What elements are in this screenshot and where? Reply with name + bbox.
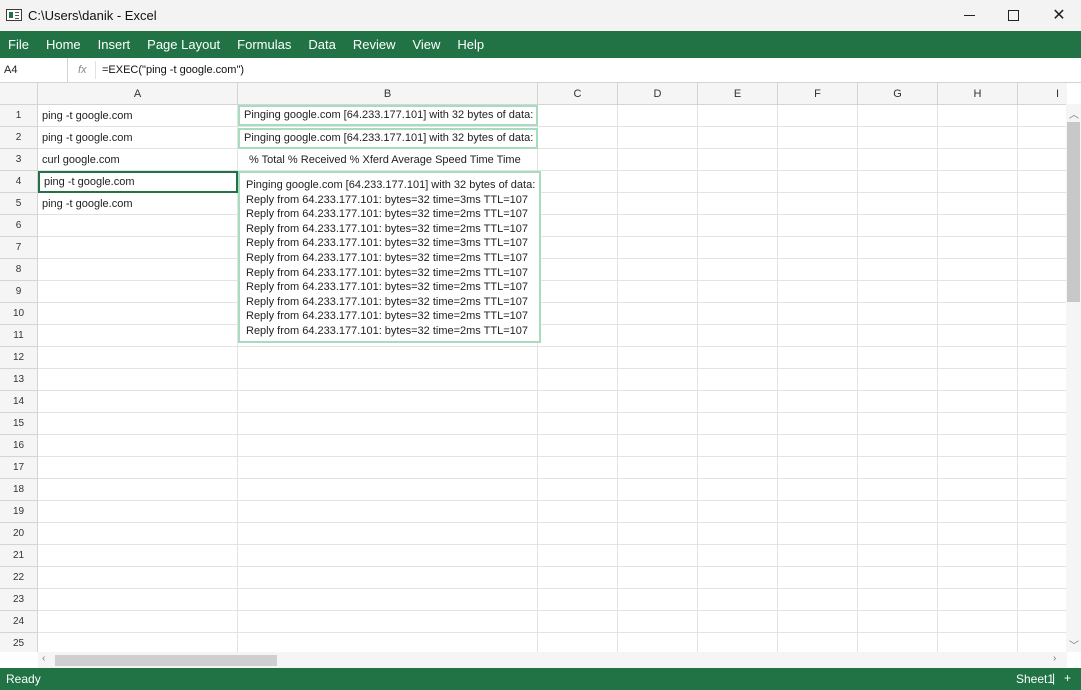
row-header-9[interactable]: 9 (0, 281, 38, 303)
output-line: Reply from 64.233.177.101: bytes=32 time… (246, 310, 528, 323)
window-title: C:\Users\danik - Excel (28, 8, 157, 23)
horizontal-scroll-thumb[interactable] (55, 655, 277, 666)
output-line: Reply from 64.233.177.101: bytes=32 time… (246, 222, 528, 235)
formula-bar: A4 fx =EXEC("ping -t google.com") (0, 58, 1081, 83)
cell-a4[interactable]: ping -t google.com (44, 171, 234, 193)
maximize-button[interactable] (990, 0, 1036, 31)
row-header-24[interactable]: 24 (0, 611, 38, 633)
row-header-10[interactable]: 10 (0, 303, 38, 325)
formula-divider (95, 61, 96, 79)
cell-a3[interactable]: curl google.com (42, 149, 236, 171)
row-header-11[interactable]: 11 (0, 325, 38, 347)
spreadsheet-grid[interactable]: A B C D E F G H I 1 2 3 4 5 6 7 8 9 10 1… (0, 83, 1067, 652)
row-header-25[interactable]: 25 (0, 633, 38, 652)
output-line: Reply from 64.233.177.101: bytes=32 time… (246, 193, 528, 206)
output-line: Reply from 64.233.177.101: bytes=32 time… (246, 281, 528, 294)
fx-icon[interactable]: fx (78, 64, 87, 76)
add-sheet-button[interactable]: + (1064, 671, 1071, 685)
column-header-g[interactable]: G (858, 83, 938, 105)
maximize-icon (1007, 10, 1019, 21)
menu-page-layout[interactable]: Page Layout (147, 37, 220, 52)
row-header-7[interactable]: 7 (0, 237, 38, 259)
column-header-f[interactable]: F (778, 83, 858, 105)
row-header-12[interactable]: 12 (0, 347, 38, 369)
select-all-corner[interactable] (0, 83, 38, 105)
row-header-1[interactable]: 1 (0, 105, 38, 127)
scroll-up-icon[interactable]: ︿ (1069, 106, 1079, 121)
output-b3[interactable]: % Total % Received % Xferd Average Speed… (249, 149, 534, 171)
output-b4-panel[interactable]: Pinging google.com [64.233.177.101] with… (238, 171, 541, 343)
column-header-e[interactable]: E (698, 83, 778, 105)
gridline (937, 105, 938, 652)
output-b2[interactable]: Pinging google.com [64.233.177.101] with… (238, 128, 538, 149)
output-line: Reply from 64.233.177.101: bytes=32 time… (246, 208, 528, 221)
column-header-h[interactable]: H (938, 83, 1018, 105)
sheet-tab[interactable]: Sheet1 (1016, 672, 1054, 686)
menu-file[interactable]: File (8, 37, 29, 52)
gridline (617, 105, 618, 652)
menu-data[interactable]: Data (308, 37, 335, 52)
minimize-button[interactable] (946, 0, 992, 31)
scroll-right-icon[interactable]: › (1053, 653, 1056, 664)
row-header-21[interactable]: 21 (0, 545, 38, 567)
status-ready: Ready (6, 672, 41, 686)
menu-view[interactable]: View (412, 37, 440, 52)
output-b1[interactable]: Pinging google.com [64.233.177.101] with… (238, 105, 538, 126)
column-header-d[interactable]: D (618, 83, 698, 105)
gridline (697, 105, 698, 652)
minimize-icon (963, 15, 975, 16)
row-header-14[interactable]: 14 (0, 391, 38, 413)
close-icon: ✕ (1052, 6, 1066, 24)
formula-input[interactable]: =EXEC("ping -t google.com") (102, 64, 244, 76)
menu-insert[interactable]: Insert (98, 37, 131, 52)
scroll-down-icon[interactable]: ﹀ (1069, 637, 1079, 652)
vertical-scrollbar[interactable]: ︿ ﹀ (1066, 104, 1081, 652)
row-header-23[interactable]: 23 (0, 589, 38, 611)
vertical-scroll-thumb[interactable] (1067, 122, 1080, 302)
title-bar: C:\Users\danik - Excel ✕ (0, 0, 1081, 31)
row-header-2[interactable]: 2 (0, 127, 38, 149)
row-header-4[interactable]: 4 (0, 171, 38, 193)
row-header-16[interactable]: 16 (0, 435, 38, 457)
output-line: Reply from 64.233.177.101: bytes=32 time… (246, 237, 528, 250)
menu-help[interactable]: Help (457, 37, 484, 52)
output-line: Reply from 64.233.177.101: bytes=32 time… (246, 251, 528, 264)
menu-home[interactable]: Home (46, 37, 81, 52)
gridline (777, 105, 778, 652)
row-header-13[interactable]: 13 (0, 369, 38, 391)
cell-a1[interactable]: ping -t google.com (42, 105, 236, 127)
output-line: Pinging google.com [64.233.177.101] with… (246, 179, 536, 191)
sheet-separator: | (1052, 671, 1056, 685)
menu-bar: File Home Insert Page Layout Formulas Da… (0, 31, 1081, 58)
column-header-b[interactable]: B (238, 83, 538, 105)
horizontal-scrollbar[interactable]: ‹ › (38, 652, 1067, 668)
cell-a5[interactable]: ping -t google.com (42, 193, 236, 215)
gridline (857, 105, 858, 652)
row-header-17[interactable]: 17 (0, 457, 38, 479)
menu-formulas[interactable]: Formulas (237, 37, 291, 52)
close-button[interactable]: ✕ (1036, 0, 1081, 31)
output-line: Reply from 64.233.177.101: bytes=32 time… (246, 295, 528, 308)
excel-app-icon (6, 9, 22, 21)
column-header-c[interactable]: C (538, 83, 618, 105)
menu-review[interactable]: Review (353, 37, 396, 52)
row-header-20[interactable]: 20 (0, 523, 38, 545)
output-line: Reply from 64.233.177.101: bytes=32 time… (246, 266, 528, 279)
scroll-left-icon[interactable]: ‹ (42, 653, 45, 664)
cell-a2[interactable]: ping -t google.com (42, 127, 236, 149)
row-header-19[interactable]: 19 (0, 501, 38, 523)
row-header-18[interactable]: 18 (0, 479, 38, 501)
row-header-3[interactable]: 3 (0, 149, 38, 171)
column-header-a[interactable]: A (38, 83, 238, 105)
row-header-8[interactable]: 8 (0, 259, 38, 281)
status-bar: Ready Sheet1 | + (0, 668, 1081, 690)
name-box[interactable]: A4 (0, 58, 68, 82)
row-header-15[interactable]: 15 (0, 413, 38, 435)
gridline (1017, 105, 1018, 652)
column-header-i[interactable]: I (1018, 83, 1067, 105)
row-header-6[interactable]: 6 (0, 215, 38, 237)
row-header-5[interactable]: 5 (0, 193, 38, 215)
row-header-22[interactable]: 22 (0, 567, 38, 589)
output-line: Reply from 64.233.177.101: bytes=32 time… (246, 324, 528, 337)
